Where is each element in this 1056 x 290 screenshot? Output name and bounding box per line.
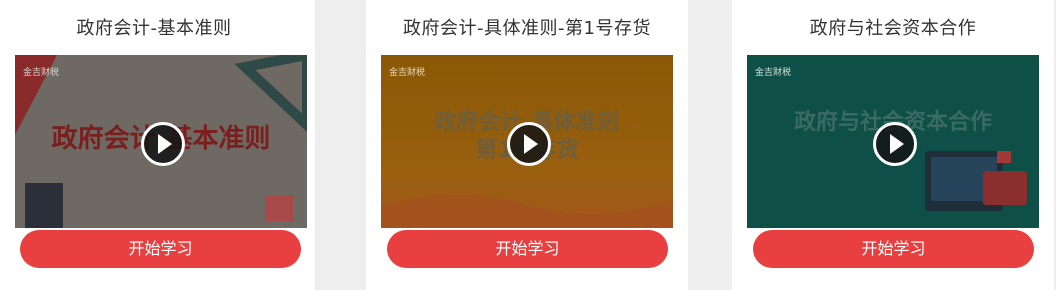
- logo-text: 金吉财税: [755, 66, 791, 78]
- play-icon[interactable]: [141, 121, 185, 166]
- course-list: 政府会计-基本准则 政府会计-基本准则 金吉财税 开始学习 政府会计-具体准则-…: [0, 0, 1056, 290]
- course-thumbnail[interactable]: 政府会计-基本准则 金吉财税: [15, 55, 307, 228]
- course-title[interactable]: 政府会计-基本准则: [0, 14, 315, 40]
- course-card: 政府与社会资本合作 政府与社会资本合作 金吉财税 开始学习: [732, 0, 1054, 290]
- play-icon[interactable]: [873, 121, 917, 166]
- start-learning-button[interactable]: 开始学习: [387, 230, 668, 268]
- logo-text: 金吉财税: [23, 66, 59, 78]
- course-card: 政府会计-基本准则 政府会计-基本准则 金吉财税 开始学习: [0, 0, 315, 290]
- start-learning-button[interactable]: 开始学习: [753, 230, 1034, 268]
- course-thumbnail[interactable]: 政府与社会资本合作 金吉财税: [747, 55, 1039, 228]
- play-icon[interactable]: [507, 121, 551, 166]
- course-card: 政府会计-具体准则-第1号存货 政府会计-具体准则 第1号存货 金吉财税 开始学…: [366, 0, 688, 290]
- course-thumbnail[interactable]: 政府会计-具体准则 第1号存货 金吉财税: [381, 55, 673, 228]
- start-learning-button[interactable]: 开始学习: [20, 230, 301, 268]
- logo-text: 金吉财税: [389, 66, 425, 78]
- course-title[interactable]: 政府会计-具体准则-第1号存货: [366, 14, 688, 40]
- course-title[interactable]: 政府与社会资本合作: [732, 14, 1054, 40]
